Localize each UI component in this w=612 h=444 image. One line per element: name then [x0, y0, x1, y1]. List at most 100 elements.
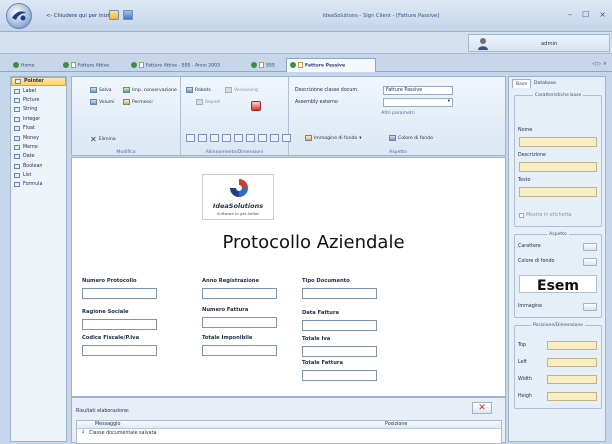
- input-left[interactable]: [547, 358, 597, 367]
- toolbox-item-label: Picture: [23, 97, 40, 103]
- input-top[interactable]: [547, 341, 597, 350]
- minimize-button[interactable]: –: [568, 10, 572, 19]
- permessi-button[interactable]: Permessi: [123, 99, 153, 105]
- save-button[interactable]: Salva: [90, 87, 112, 93]
- field-totale-fattura[interactable]: [302, 370, 377, 381]
- align-top-icon[interactable]: [222, 134, 231, 142]
- carattere-button[interactable]: [583, 243, 597, 251]
- tab-home[interactable]: Home: [10, 59, 38, 72]
- colore-fondo-picker[interactable]: [583, 258, 597, 266]
- ideasolutions-logo[interactable]: IdeaSolutions Software to get better: [202, 174, 274, 220]
- refresh-icon: [131, 62, 137, 68]
- list-tool-icon: [14, 173, 20, 179]
- input-descrizione[interactable]: [519, 162, 597, 172]
- align-middle-icon[interactable]: [234, 134, 243, 142]
- toolbox-item-list[interactable]: List: [11, 171, 66, 180]
- column-header-messaggio[interactable]: Messaggio: [95, 422, 120, 427]
- field-tipo-documento[interactable]: [302, 288, 377, 299]
- label-data-fattura[interactable]: Data Fattura: [302, 310, 339, 316]
- same-height-icon[interactable]: [270, 134, 279, 142]
- alignment-buttons: [186, 134, 291, 142]
- immagine-button[interactable]: [583, 303, 597, 311]
- label-totale-fattura[interactable]: Totale Fattura: [302, 360, 343, 366]
- tab-database[interactable]: Database: [531, 79, 559, 88]
- label-colore-fondo: Colore di fondo: [518, 259, 555, 264]
- ribbon-group-label-modifica: Modifica: [116, 150, 136, 155]
- label-codice-fiscale[interactable]: Codice Fiscale/P.Iva: [82, 335, 139, 341]
- label-numero-fattura[interactable]: Numero Fattura: [202, 307, 248, 313]
- assembly-select[interactable]: ▾: [383, 98, 453, 107]
- record-button[interactable]: [251, 101, 261, 111]
- label-numero-protocollo[interactable]: Numero Protocollo: [82, 278, 137, 284]
- document-tab-bar: Home Fatture Attive Fatture Attive - SSS…: [0, 55, 612, 72]
- checkbox-mostra-etichetta[interactable]: Mostra in etichetta: [519, 213, 571, 218]
- imp-conservazione-button[interactable]: Imp. conservazione: [123, 87, 177, 93]
- input-testo[interactable]: [519, 187, 597, 197]
- ribbon-group-file: Salva Imp. conservazione Volumi Permessi…: [72, 77, 181, 157]
- tab-fatture-attive-sss-2003[interactable]: Fatture Attive - SSS - Anno 2003: [128, 59, 223, 72]
- logo-mark-icon: [230, 179, 248, 197]
- label-totale-imponibile[interactable]: Totale Imponibile: [202, 335, 252, 341]
- close-icon: ✕: [478, 403, 486, 413]
- elimina-button[interactable]: ✕ Elimina: [90, 135, 116, 144]
- field-numero-protocollo[interactable]: [82, 288, 157, 299]
- field-totale-imponibile[interactable]: [202, 345, 277, 356]
- maximize-button[interactable]: ☐: [582, 10, 589, 19]
- row-message: Classe documentale salvata: [89, 431, 157, 436]
- immagine-fondo-button[interactable]: Immagine di fondo ▾: [305, 135, 362, 141]
- field-numero-fattura[interactable]: [202, 317, 277, 328]
- tab-sss[interactable]: SSS: [248, 59, 278, 72]
- refresh-icon: [290, 62, 296, 68]
- input-height[interactable]: [547, 392, 597, 401]
- colore-fondo-button[interactable]: Colore di fondo: [389, 135, 433, 141]
- align-right-icon[interactable]: [210, 134, 219, 142]
- field-data-fattura[interactable]: [302, 320, 377, 331]
- label-totale-iva[interactable]: Totale Iva: [302, 336, 330, 342]
- toolbox-item-float[interactable]: Float: [11, 124, 66, 133]
- field-codice-fiscale[interactable]: [82, 345, 157, 356]
- user-box[interactable]: admin: [468, 34, 610, 52]
- toolbox-item-money[interactable]: Money: [11, 133, 66, 142]
- align-left-icon[interactable]: [186, 134, 195, 142]
- document-icon: [71, 62, 76, 68]
- close-button[interactable]: ×: [599, 10, 606, 19]
- toolbox-item-memo[interactable]: Memo: [11, 143, 66, 152]
- toolbox-item-boolean[interactable]: Boolean: [11, 162, 66, 171]
- same-width-icon[interactable]: [258, 134, 267, 142]
- document-icon: [139, 62, 144, 68]
- table-row[interactable]: ↓ Classe documentale salvata: [77, 429, 501, 438]
- toolbox-item-formula[interactable]: Formula: [11, 180, 66, 189]
- field-anno-registrazione[interactable]: [202, 288, 277, 299]
- results-close-button[interactable]: ✕: [472, 402, 492, 414]
- align-bottom-icon[interactable]: [246, 134, 255, 142]
- label-tipo-documento[interactable]: Tipo Documento: [302, 278, 350, 284]
- document-title[interactable]: Protocollo Aziendale: [72, 232, 505, 253]
- align-center-icon[interactable]: [198, 134, 207, 142]
- toolbox-item-label[interactable]: Label: [11, 86, 66, 95]
- tab-fatture-passive[interactable]: Fatture Passive: [286, 58, 376, 72]
- desc-input[interactable]: Fatture Passive: [383, 86, 453, 95]
- tab-fatture-attive[interactable]: Fatture Attive: [60, 59, 112, 72]
- input-nome[interactable]: [519, 137, 597, 147]
- column-header-posizione[interactable]: Posizione: [385, 422, 407, 427]
- label-ragione-sociale[interactable]: Ragione Sociale: [82, 309, 129, 315]
- float-tool-icon: [14, 126, 20, 132]
- toolbox-item-string[interactable]: String: [11, 105, 66, 114]
- robots-button[interactable]: Robots: [186, 87, 211, 93]
- toolbox-item-date[interactable]: Date: [11, 152, 66, 161]
- tab-scroll-controls[interactable]: ◁ ▷ ×: [592, 61, 607, 67]
- field-totale-iva[interactable]: [302, 346, 377, 357]
- tab-base[interactable]: Base: [512, 79, 532, 88]
- label-anno-registrazione[interactable]: Anno Registrazione: [202, 278, 259, 284]
- record-icon: [251, 101, 261, 111]
- field-ragione-sociale[interactable]: [82, 319, 157, 330]
- toolbox-item-picture[interactable]: Picture: [11, 96, 66, 105]
- results-table: Messaggio Posizione ↓ Classe documentale…: [76, 420, 502, 444]
- toolbox-item-pointer[interactable]: Pointer: [11, 77, 66, 87]
- input-width[interactable]: [547, 375, 597, 384]
- form-design-canvas[interactable]: IdeaSolutions Software to get better Pro…: [71, 157, 506, 397]
- section-caratteristiche-base: Caratteristiche base Nome Descrizione Te…: [514, 93, 602, 227]
- label-tool-icon: [14, 88, 20, 94]
- toolbox-item-integer[interactable]: Integer: [11, 115, 66, 124]
- volumi-button[interactable]: Volumi: [90, 99, 115, 105]
